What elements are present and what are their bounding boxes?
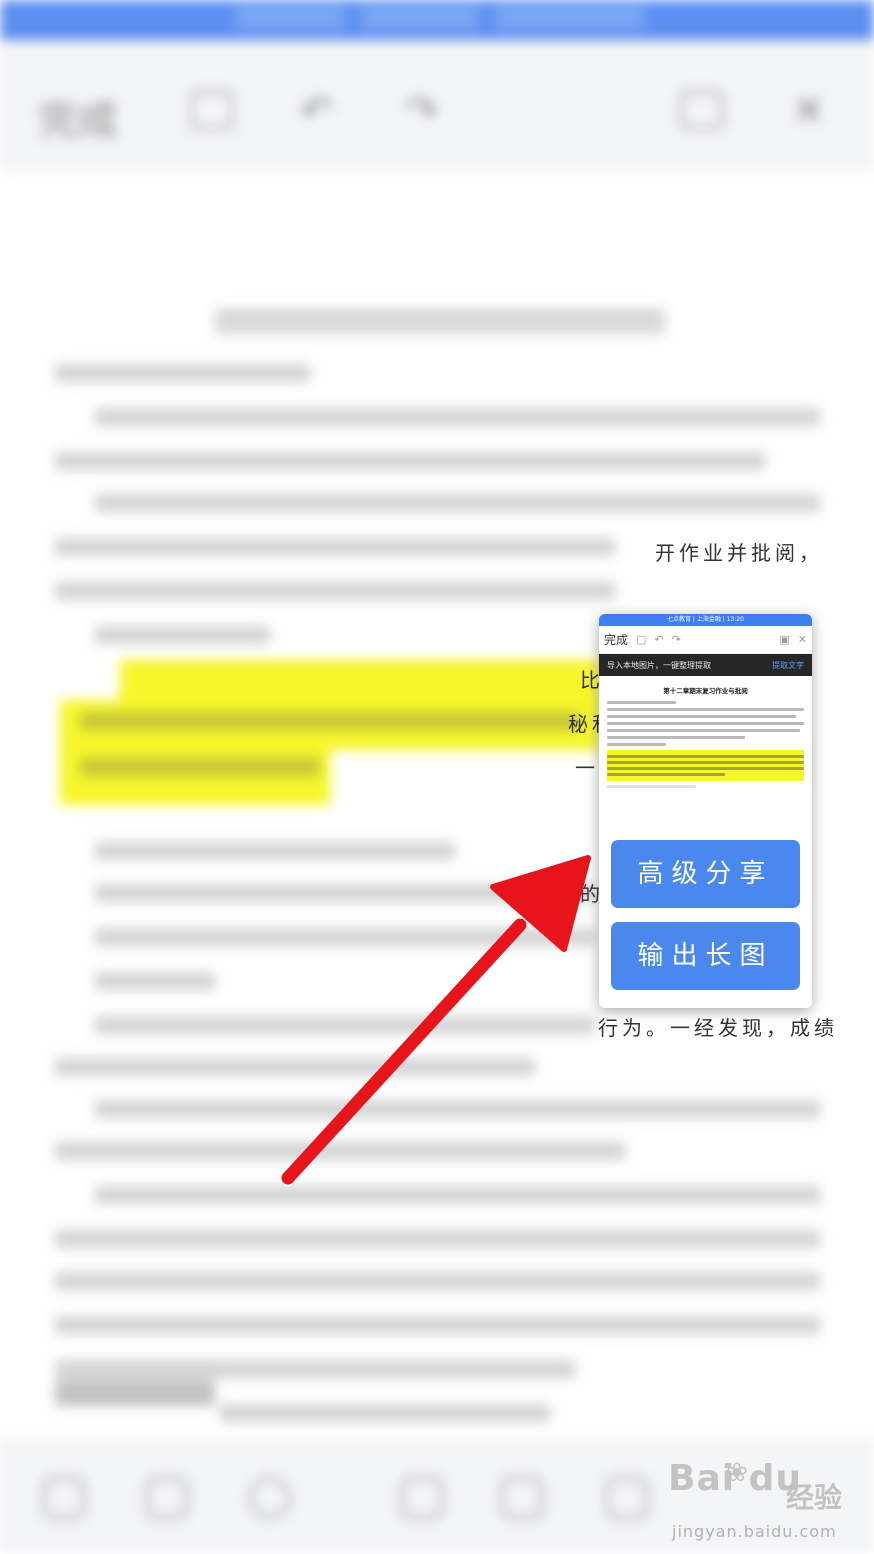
background-highlight bbox=[120, 660, 600, 705]
undo-icon[interactable]: ↶ bbox=[654, 633, 663, 646]
paw-icon: ❀ bbox=[726, 1458, 748, 1488]
baidu-jingyan-watermark: Bai du ❀ 经验 jingyan.baidu.com bbox=[668, 1458, 858, 1548]
preview-banner-text: 导入本地图片，一键整理提取 bbox=[607, 660, 711, 670]
background-redo-icon: ↷ bbox=[405, 88, 439, 134]
background-done-label: 完成 bbox=[38, 98, 118, 144]
image-icon[interactable]: ▣ bbox=[779, 633, 789, 646]
preview-doc-title: 第十二章期末复习作业与批阅 bbox=[663, 687, 748, 695]
background-close-icon: ✕ bbox=[792, 88, 826, 134]
handwriting-fragment: 行为。一经发现，成绩 bbox=[598, 1016, 838, 1040]
preview-status-bar: 七点教育 | 上海金融 | 13:20 bbox=[599, 614, 812, 626]
background-save-icon bbox=[190, 90, 234, 130]
handwriting-fragment: 一 bbox=[575, 756, 599, 780]
preview-page-thumbnail: 第十二章期末复习作业与批阅 bbox=[599, 676, 812, 826]
preview-banner: 导入本地图片，一键整理提取 提取文字 bbox=[599, 654, 812, 676]
watermark-url: jingyan.baidu.com bbox=[672, 1522, 837, 1541]
background-toolbar: 完成 ↶ ↷ ✕ bbox=[0, 40, 874, 170]
preview-toolbar: 完成 ▢ ↶ ↷ ▣ ✕ bbox=[599, 626, 812, 654]
background-doc-title bbox=[215, 308, 665, 334]
background-undo-icon: ↶ bbox=[300, 88, 334, 134]
long-image-preview-card: 七点教育 | 上海金融 | 13:20 完成 ▢ ↶ ↷ ▣ ✕ 导入本地图片，… bbox=[599, 614, 812, 1008]
export-long-image-button[interactable]: 输出长图 bbox=[611, 922, 800, 990]
handwriting-fragment: 开作业并批阅， bbox=[655, 541, 823, 565]
redo-icon[interactable]: ↷ bbox=[672, 633, 681, 646]
status-bar bbox=[0, 0, 874, 40]
preview-banner-link[interactable]: 提取文字 bbox=[772, 660, 804, 671]
preview-highlight bbox=[607, 750, 804, 781]
close-icon[interactable]: ✕ bbox=[798, 633, 807, 646]
preview-done-button[interactable]: 完成 bbox=[604, 631, 628, 648]
background-image-icon bbox=[680, 90, 724, 130]
watermark-cn: 经验 bbox=[786, 1481, 843, 1514]
save-icon[interactable]: ▢ bbox=[636, 633, 646, 646]
advanced-share-button[interactable]: 高级分享 bbox=[611, 840, 800, 908]
